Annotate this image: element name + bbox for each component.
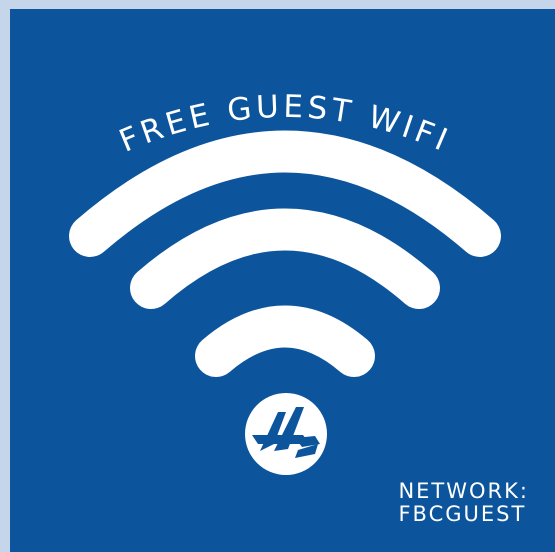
network-info: NETWORK: FBCGUEST bbox=[398, 480, 529, 526]
sail-logo-icon bbox=[245, 393, 327, 475]
poster-artwork: FREE GUEST WIFI bbox=[69, 89, 501, 475]
wifi-icon bbox=[69, 130, 501, 377]
wifi-poster: FREE GUEST WIFI NETWORK: FBCGUEST bbox=[10, 9, 555, 552]
wifi-inner-arc bbox=[195, 305, 375, 377]
wifi-middle-arc bbox=[130, 208, 440, 309]
network-label: NETWORK: bbox=[398, 479, 529, 503]
network-name: FBCGUEST bbox=[398, 502, 527, 526]
page-frame: FREE GUEST WIFI NETWORK: FBCGUEST bbox=[0, 0, 555, 552]
